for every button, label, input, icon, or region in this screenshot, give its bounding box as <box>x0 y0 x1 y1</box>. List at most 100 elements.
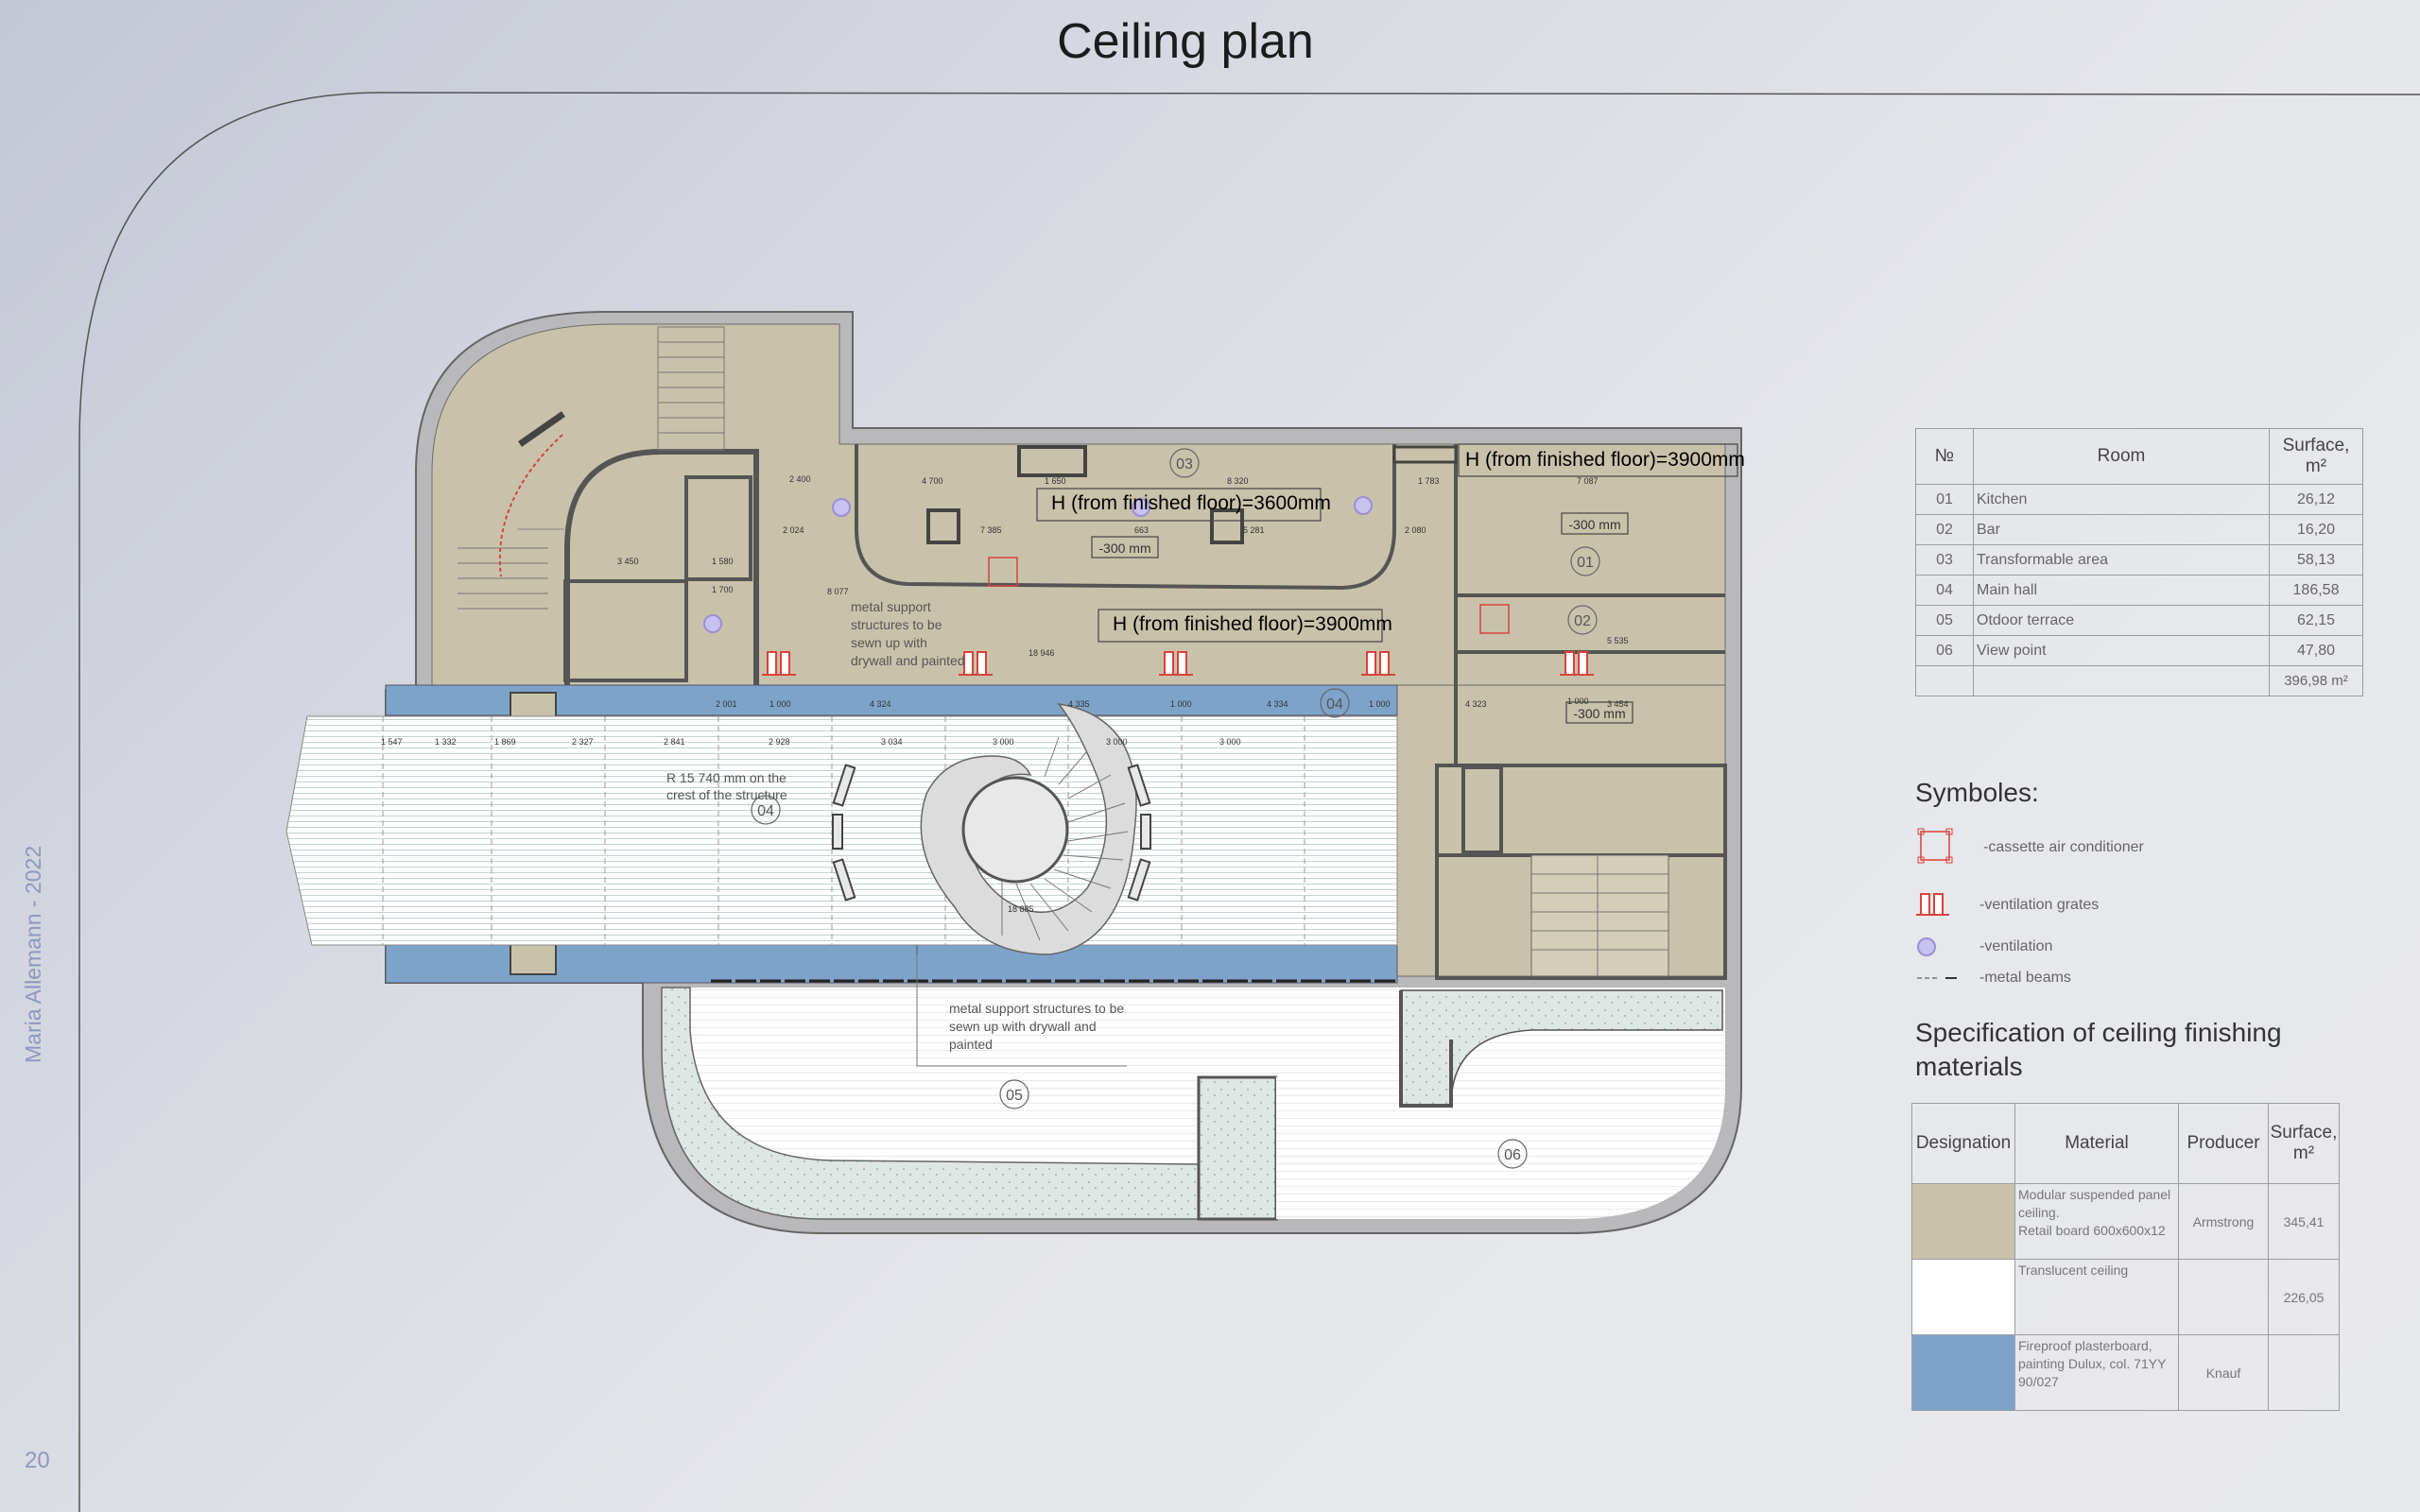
svg-text:4 323: 4 323 <box>1465 699 1487 709</box>
room-name: Main hall <box>1973 575 2270 606</box>
svg-text:3 450: 3 450 <box>617 557 639 566</box>
rooms-header-no: № <box>1915 428 1974 485</box>
svg-text:1 000: 1 000 <box>1567 696 1589 706</box>
svg-text:1 547: 1 547 <box>381 737 403 747</box>
svg-text:3 000: 3 000 <box>1219 737 1241 747</box>
svg-text:3 454: 3 454 <box>1607 699 1629 709</box>
room-no: 01 <box>1915 484 1974 515</box>
material-surface: 345,41 <box>2268 1183 2340 1260</box>
rooms-table: № Room Surface, m² 01 Kitchen 26,12 02 B… <box>1915 428 2363 696</box>
room-tag-06: 06 <box>1504 1147 1521 1163</box>
svg-text:4 334: 4 334 <box>1267 699 1288 709</box>
table-row: 03 Transformable area 58,13 <box>1915 544 2363 576</box>
svg-text:3 034: 3 034 <box>881 737 903 747</box>
spec-header-surface: Surface, m² <box>2268 1103 2340 1184</box>
table-row: Fireproof plasterboard, painting Dulux, … <box>1911 1334 2340 1411</box>
material-swatch-modular <box>1911 1183 2015 1260</box>
svg-text:1 580: 1 580 <box>712 557 734 566</box>
svg-text:1 783: 1 783 <box>1418 476 1440 486</box>
svg-text:18 946: 18 946 <box>1028 648 1055 658</box>
cassette-air-conditioner-icon <box>1917 828 1953 864</box>
material-producer: Armstrong <box>2178 1183 2269 1260</box>
svg-text:7 087: 7 087 <box>1577 476 1599 486</box>
svg-text:18 885: 18 885 <box>1008 904 1034 914</box>
svg-text:5 281: 5 281 <box>1243 525 1265 535</box>
spec-header-designation: Designation <box>1911 1103 2015 1184</box>
spec-header-material: Material <box>2014 1103 2179 1184</box>
svg-text:8 320: 8 320 <box>1227 476 1249 486</box>
room-no: 03 <box>1915 544 1974 576</box>
svg-text:1 000: 1 000 <box>769 699 791 709</box>
rooms-header-room: Room <box>1973 428 2270 485</box>
svg-text:2 400: 2 400 <box>789 474 811 484</box>
ventilation-grates-icon <box>1916 893 1949 916</box>
table-row: 06 View point 47,80 <box>1915 635 2363 666</box>
room-no: 06 <box>1915 635 1974 666</box>
room-surface: 58,13 <box>2269 544 2363 576</box>
legend-label-metal-beams: -metal beams <box>1979 970 2071 986</box>
material-producer: Knauf <box>2178 1334 2269 1411</box>
material-description: Modular suspended panel ceiling. Retail … <box>2014 1183 2179 1260</box>
room-surface: 186,58 <box>2269 575 2363 606</box>
table-row: 04 Main hall 186,58 <box>1915 575 2363 606</box>
svg-text:4 335: 4 335 <box>1068 699 1090 709</box>
svg-text:2 080: 2 080 <box>1405 525 1426 535</box>
height-label-3600: H (from finished floor)=3600mm <box>1051 492 1331 514</box>
spec-title: Specification of ceiling finishing mater… <box>1915 1018 2282 1081</box>
svg-text:1 650: 1 650 <box>1045 476 1066 486</box>
svg-text:8 077: 8 077 <box>827 587 849 596</box>
svg-text:4 324: 4 324 <box>870 699 891 709</box>
svg-text:2 841: 2 841 <box>664 737 685 747</box>
room-no: 02 <box>1915 514 1974 545</box>
room-name: Bar <box>1973 514 2270 545</box>
ventilation-icon <box>1917 937 1936 956</box>
room-tag-02: 02 <box>1574 613 1591 629</box>
table-row: Modular suspended panel ceiling. Retail … <box>1911 1183 2340 1260</box>
material-surface: 226,05 <box>2268 1259 2340 1335</box>
symbols-title: Symboles: <box>1915 778 2039 807</box>
rooms-header-surface: Surface, m² <box>2269 428 2363 485</box>
material-surface <box>2268 1334 2340 1411</box>
material-description: Translucent ceiling <box>2014 1259 2179 1335</box>
height-label-3900-kitchen: H (from finished floor)=3900mm <box>1465 449 1745 471</box>
svg-text:4 700: 4 700 <box>922 476 943 486</box>
svg-text:1 332: 1 332 <box>435 737 457 747</box>
room-tag-01: 01 <box>1577 555 1594 571</box>
room-no: 04 <box>1915 575 1974 606</box>
svg-text:7 385: 7 385 <box>980 525 1002 535</box>
svg-text:663: 663 <box>1134 525 1149 535</box>
table-row: 01 Kitchen 26,12 <box>1915 484 2363 515</box>
room-no: 05 <box>1915 605 1974 636</box>
spec-header-producer: Producer <box>2178 1103 2269 1184</box>
svg-text:1 700: 1 700 <box>712 585 734 594</box>
svg-text:2 024: 2 024 <box>783 525 804 535</box>
svg-text:3 000: 3 000 <box>1106 737 1128 747</box>
svg-text:2 001: 2 001 <box>716 699 737 709</box>
room-name: View point <box>1973 635 2270 666</box>
height-label-3900-hall: H (from finished floor)=3900mm <box>1113 613 1392 635</box>
svg-text:1 869: 1 869 <box>494 737 516 747</box>
material-swatch-fireproof <box>1911 1334 2015 1411</box>
table-total-row: 396,98 m² <box>1915 665 2363 696</box>
legend-label-ventilation: -ventilation <box>1979 938 2053 954</box>
svg-text:2 327: 2 327 <box>572 737 594 747</box>
room-name: Transformable area <box>1973 544 2270 576</box>
table-row: Translucent ceiling 226,05 <box>1911 1259 2340 1335</box>
table-row: 02 Bar 16,20 <box>1915 514 2363 545</box>
svg-text:1 000: 1 000 <box>1369 699 1391 709</box>
offset-label-2: -300 mm <box>1568 517 1620 532</box>
room-name: Kitchen <box>1973 484 2270 515</box>
legend-label-cassette: -cassette air conditioner <box>1983 839 2144 855</box>
room-tag-05: 05 <box>1006 1088 1023 1104</box>
room-tag-04: 04 <box>1326 696 1343 713</box>
offset-label-1: -300 mm <box>1098 541 1150 556</box>
material-swatch-translucent <box>1911 1259 2015 1335</box>
room-surface: 16,20 <box>2269 514 2363 545</box>
svg-text:5 535: 5 535 <box>1607 636 1629 645</box>
material-description: Fireproof plasterboard, painting Dulux, … <box>2014 1334 2179 1411</box>
room-tag-04b: 04 <box>757 803 774 819</box>
rooms-total: 396,98 m² <box>2269 665 2363 696</box>
material-producer <box>2178 1259 2269 1335</box>
room-surface: 47,80 <box>2269 635 2363 666</box>
symbols-legend-icons <box>1916 828 1957 979</box>
